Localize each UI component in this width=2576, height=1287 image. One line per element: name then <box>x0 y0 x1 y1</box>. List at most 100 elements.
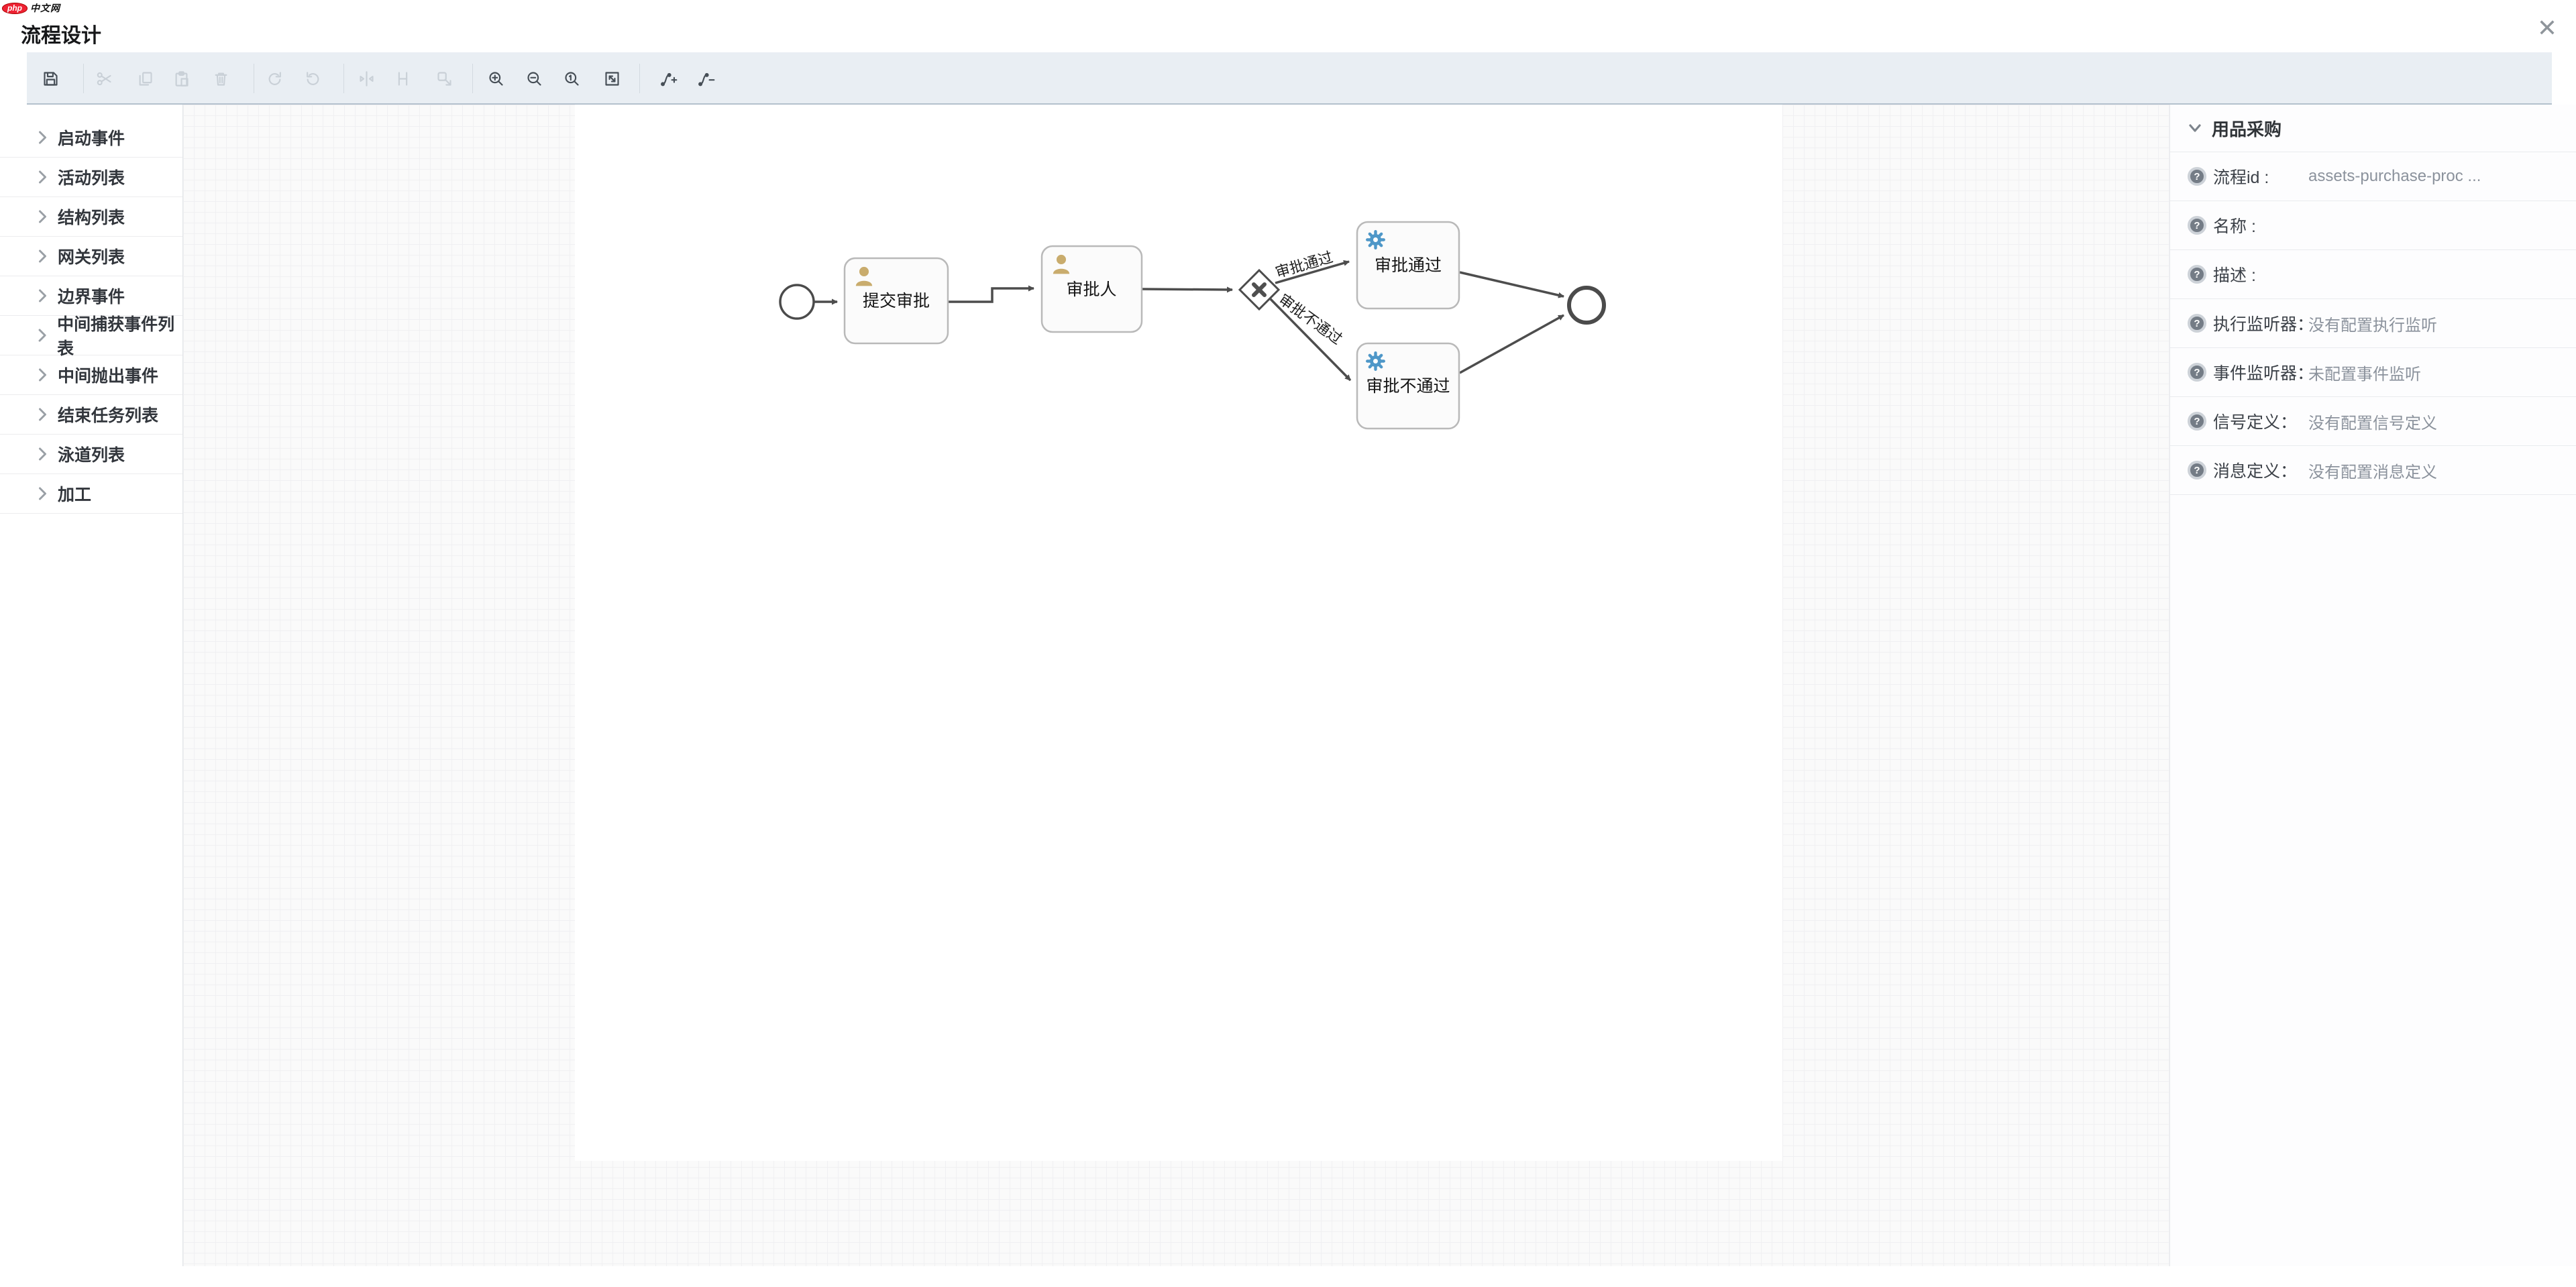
chevron-right-icon <box>38 170 47 184</box>
chevron-right-icon <box>38 249 47 263</box>
user-task-submit[interactable]: 提交审批 <box>845 258 948 343</box>
property-row-execution-listener[interactable]: ? 执行监听器： 没有配置执行监听 <box>2170 299 2576 348</box>
start-event-node[interactable] <box>780 285 814 319</box>
help-icon[interactable]: ? <box>2188 167 2206 186</box>
property-label: 描述 : <box>2213 262 2256 286</box>
sidebar-item-end-task-list[interactable]: 结束任务列表 <box>0 395 182 435</box>
align-distribute-button[interactable] <box>389 65 416 92</box>
sidebar-item-label: 中间捕获事件列表 <box>57 311 182 359</box>
sidebar-item-label: 加工 <box>58 482 91 506</box>
property-row-description[interactable]: ? 描述 : <box>2170 250 2576 299</box>
delete-button[interactable] <box>207 65 234 92</box>
sidebar-item-structure-list[interactable]: 结构列表 <box>0 197 182 237</box>
bpmn-diagram: 审批通过 审批不通过 提交审批 审批人 <box>183 105 2169 1266</box>
connection-remove-button[interactable] <box>692 65 719 92</box>
help-icon[interactable]: ? <box>2188 216 2206 235</box>
help-icon[interactable]: ? <box>2188 363 2206 382</box>
help-icon[interactable]: ? <box>2188 265 2206 284</box>
palette-sidebar: 启动事件 活动列表 结构列表 网关列表 边界事件 中间捕获事件列表 中间抛出事件… <box>0 105 183 1266</box>
flow-approver-to-gateway[interactable] <box>1142 289 1232 290</box>
chevron-right-icon <box>38 329 46 342</box>
service-task-gear-icon <box>1367 231 1384 248</box>
task-label: 审批通过 <box>1375 256 1442 275</box>
toolbar-divider <box>343 64 344 93</box>
help-icon[interactable]: ? <box>2188 314 2206 333</box>
chevron-right-icon <box>38 408 47 421</box>
sidebar-item-processing[interactable]: 加工 <box>0 474 182 514</box>
close-icon[interactable]: ✕ <box>2537 16 2557 40</box>
bpmn-canvas[interactable]: 审批通过 审批不通过 提交审批 审批人 <box>183 105 2169 1266</box>
sidebar-item-label: 边界事件 <box>58 284 125 308</box>
save-button[interactable] <box>37 65 64 92</box>
header: php 中文网 流程设计 ✕ <box>0 0 2576 52</box>
property-row-name[interactable]: ? 名称 : <box>2170 201 2576 250</box>
chevron-right-icon <box>38 487 47 500</box>
properties-panel-header[interactable]: 用品采购 <box>2170 105 2576 152</box>
align-center-button[interactable] <box>353 65 380 92</box>
zoom-out-button[interactable] <box>521 65 547 92</box>
zoom-in-button[interactable] <box>482 65 509 92</box>
sidebar-item-label: 泳道列表 <box>58 442 125 466</box>
toolbar-divider <box>639 64 640 93</box>
sidebar-item-lane-list[interactable]: 泳道列表 <box>0 435 182 474</box>
zoom-fit-button[interactable] <box>598 65 625 92</box>
property-label: 流程id : <box>2213 164 2269 188</box>
task-label: 审批人 <box>1066 280 1116 299</box>
user-task-approver[interactable]: 审批人 <box>1042 246 1142 332</box>
brand-name: 中文网 <box>30 1 60 15</box>
task-label: 提交审批 <box>863 292 930 311</box>
cut-button[interactable] <box>91 65 117 92</box>
sidebar-item-label: 结束任务列表 <box>58 402 158 427</box>
task-label: 审批不通过 <box>1366 377 1450 396</box>
sidebar-item-label: 中间抛出事件 <box>58 363 158 387</box>
service-task-gear-icon <box>1367 353 1384 370</box>
chevron-down-icon <box>2189 124 2201 132</box>
paste-button[interactable] <box>168 65 195 92</box>
properties-panel: 用品采购 ? 流程id : assets-purchase-proc ... ?… <box>2169 105 2576 1266</box>
sidebar-item-label: 结构列表 <box>58 205 125 229</box>
service-task-pass[interactable]: 审批通过 <box>1357 222 1459 309</box>
unlink-button[interactable] <box>431 65 458 92</box>
canvas-paper[interactable] <box>575 105 1782 1161</box>
sidebar-item-intermediate-catch-events[interactable]: 中间捕获事件列表 <box>0 316 182 355</box>
redo-button[interactable] <box>261 65 288 92</box>
chevron-right-icon <box>38 289 47 302</box>
toolbar-divider <box>472 64 473 93</box>
sidebar-item-label: 网关列表 <box>58 244 125 268</box>
undo-button[interactable] <box>299 65 326 92</box>
property-row-process-id[interactable]: ? 流程id : assets-purchase-proc ... <box>2170 152 2576 201</box>
sidebar-item-activity-list[interactable]: 活动列表 <box>0 158 182 197</box>
page-title: 流程设计 <box>21 19 101 48</box>
sidebar-item-gateway-list[interactable]: 网关列表 <box>0 237 182 276</box>
chevron-right-icon <box>38 447 47 461</box>
sidebar-item-boundary-events[interactable]: 边界事件 <box>0 276 182 316</box>
toolbar-divider <box>83 64 84 93</box>
sidebar-item-label: 活动列表 <box>58 165 125 189</box>
property-label: 信号定义： <box>2213 409 2297 433</box>
chevron-right-icon <box>38 368 47 382</box>
copy-button[interactable] <box>131 65 158 92</box>
connection-add-button[interactable] <box>655 65 682 92</box>
property-value: 未配置事件监听 <box>2308 361 2421 384</box>
sidebar-item-intermediate-throw-events[interactable]: 中间抛出事件 <box>0 355 182 395</box>
help-icon[interactable]: ? <box>2188 461 2206 480</box>
property-label: 执行监听器： <box>2213 311 2314 335</box>
process-name-title: 用品采购 <box>2212 116 2282 141</box>
service-task-reject[interactable]: 审批不通过 <box>1357 343 1459 429</box>
zoom-reset-button[interactable] <box>558 65 585 92</box>
property-value: 没有配置执行监听 <box>2308 312 2437 335</box>
help-icon[interactable]: ? <box>2188 412 2206 431</box>
property-row-signal-definition[interactable]: ? 信号定义： 没有配置信号定义 <box>2170 397 2576 446</box>
sidebar-item-label: 启动事件 <box>58 125 125 150</box>
brand-logo: php 中文网 <box>2 1 60 15</box>
toolbar <box>27 52 2552 105</box>
sidebar-item-start-events[interactable]: 启动事件 <box>0 118 182 158</box>
end-event-node[interactable] <box>1569 288 1604 323</box>
chevron-right-icon <box>38 131 47 144</box>
property-label: 名称 : <box>2213 213 2256 237</box>
property-row-event-listener[interactable]: ? 事件监听器： 未配置事件监听 <box>2170 348 2576 397</box>
main-area: 启动事件 活动列表 结构列表 网关列表 边界事件 中间捕获事件列表 中间抛出事件… <box>0 105 2576 1266</box>
property-row-message-definition[interactable]: ? 消息定义： 没有配置消息定义 <box>2170 446 2576 495</box>
property-label: 事件监听器： <box>2213 360 2314 384</box>
property-value: 没有配置信号定义 <box>2308 410 2437 433</box>
